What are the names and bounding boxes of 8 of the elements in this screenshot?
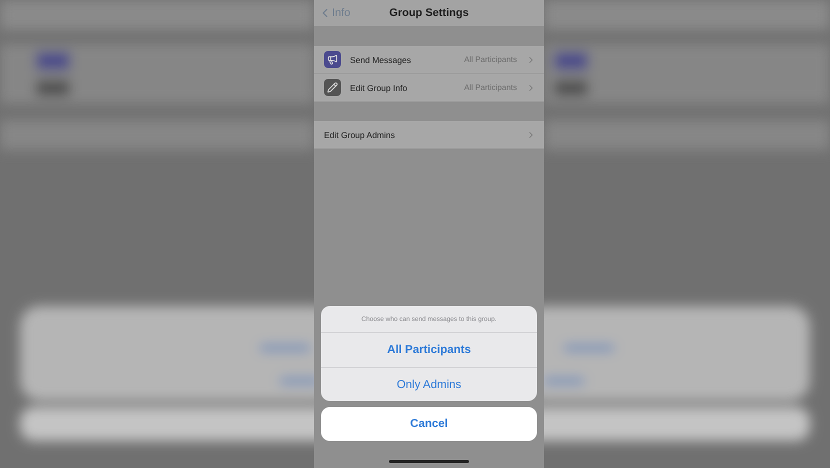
screen-title: Group Settings bbox=[389, 7, 469, 19]
settings-row[interactable]: Send Messages All Participants bbox=[314, 46, 544, 74]
sheet-option[interactable]: Only Admins bbox=[321, 367, 537, 401]
sheet-option[interactable]: All Participants bbox=[321, 333, 537, 367]
megaphone-icon bbox=[324, 51, 341, 68]
settings-row[interactable]: Edit Group Info All Participants bbox=[314, 74, 544, 102]
pencil-icon bbox=[324, 79, 341, 96]
cancel-button[interactable]: Cancel bbox=[321, 407, 537, 441]
